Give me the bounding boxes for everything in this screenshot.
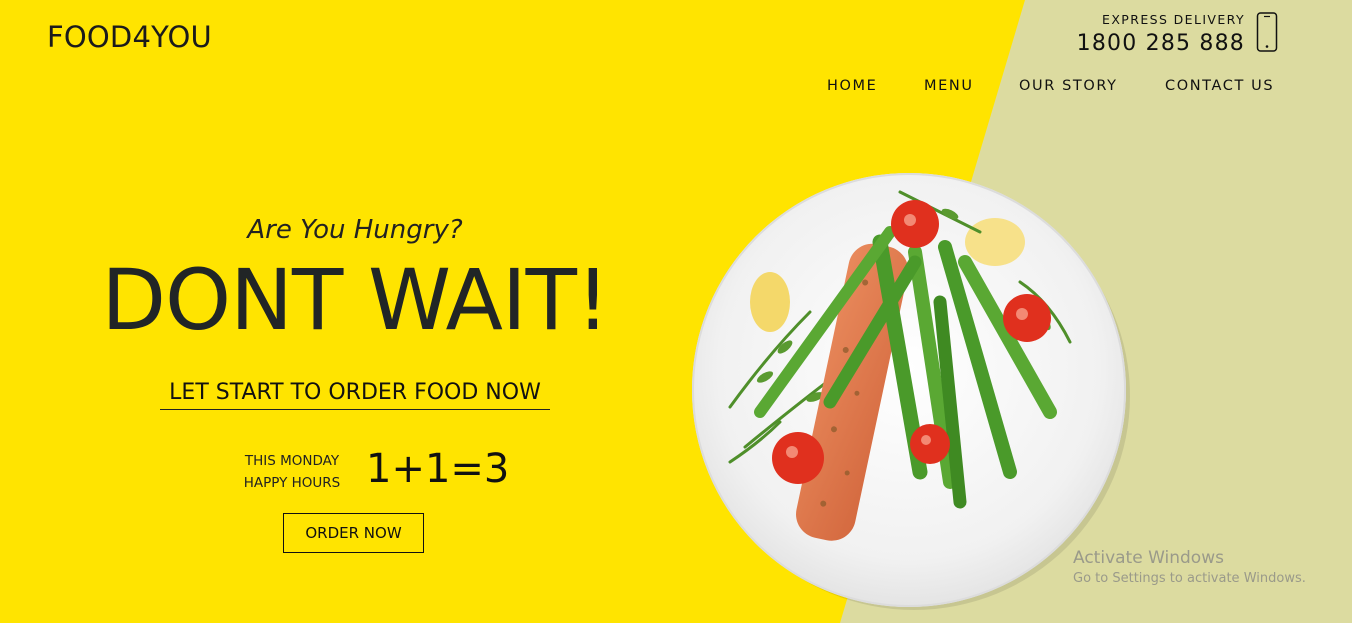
phone-number[interactable]: 1800 285 888: [1077, 31, 1245, 56]
smartphone-icon: [1256, 12, 1278, 52]
delivery-label: EXPRESS DELIVERY: [1102, 12, 1245, 27]
express-delivery: EXPRESS DELIVERY 1800 285 888: [1077, 12, 1245, 56]
activate-windows-watermark: Activate Windows Go to Settings to activ…: [1073, 548, 1306, 586]
promo-line-2: HAPPY HOURS: [243, 475, 341, 491]
nav-home[interactable]: HOME: [827, 78, 877, 94]
main-nav: HOME MENU OUR STORY CONTACT US: [0, 78, 1352, 98]
brand-logo[interactable]: FOOD4YOU: [47, 20, 212, 54]
nav-menu[interactable]: MENU: [924, 78, 974, 94]
hero-tagline: Are You Hungry?: [247, 215, 463, 245]
hero-headline: DONT WAIT!: [101, 251, 609, 349]
watermark-subtitle: Go to Settings to activate Windows.: [1073, 571, 1306, 586]
food-plate-image: [692, 173, 1130, 610]
promo-deal: 1+1=3: [366, 446, 510, 492]
hero-subheadline: LET START TO ORDER FOOD NOW: [160, 380, 550, 410]
promo-line-1: THIS MONDAY: [244, 453, 340, 469]
promo-label: THIS MONDAY HAPPY HOURS: [232, 450, 352, 494]
nav-contact-us[interactable]: CONTACT US: [1165, 78, 1274, 94]
watermark-title: Activate Windows: [1073, 548, 1224, 568]
order-now-button[interactable]: ORDER NOW: [283, 513, 424, 553]
nav-our-story[interactable]: OUR STORY: [1019, 78, 1118, 94]
